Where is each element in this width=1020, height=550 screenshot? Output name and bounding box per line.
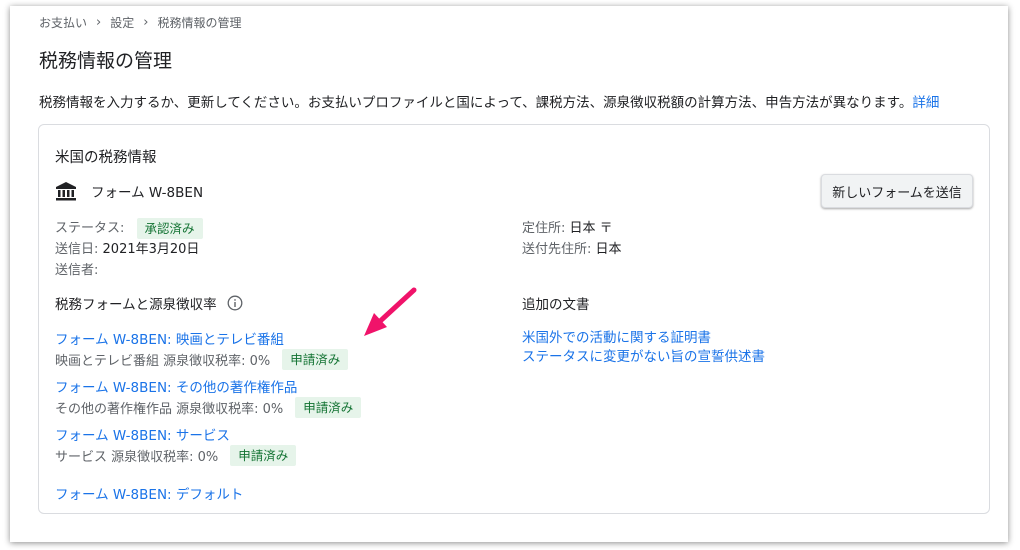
breadcrumb-chevron-icon: › bbox=[96, 15, 102, 30]
status-badge-copyright: 申請済み bbox=[295, 397, 362, 418]
residence-label: 定住所: bbox=[522, 221, 566, 236]
sent-date-value: 2021年3月20日 bbox=[102, 242, 200, 257]
form-link-default[interactable]: フォーム W-8BEN: デフォルト bbox=[55, 483, 243, 503]
doc-link-affidavit[interactable]: ステータスに変更がない旨の宣誓供述書 bbox=[522, 345, 765, 365]
page-title: 税務情報の管理 bbox=[39, 50, 173, 72]
status-badge-film-tv: 申請済み bbox=[282, 349, 349, 370]
sent-date-label: 送信日: bbox=[55, 242, 99, 257]
status-badge-services: 申請済み bbox=[230, 445, 297, 466]
status-row: ステータス: 承認済み bbox=[55, 218, 203, 239]
us-tax-info-card: 米国の税務情報 フォーム W-8BEN 新しいフォームを送信 ステータス: 承認… bbox=[38, 124, 990, 514]
form-link-copyright[interactable]: フォーム W-8BEN: その他の著作権作品 bbox=[55, 376, 297, 396]
breadcrumb-payments[interactable]: お支払い bbox=[39, 14, 87, 31]
form-link-services[interactable]: フォーム W-8BEN: サービス bbox=[55, 424, 230, 444]
intro-body: 税務情報を入力するか、更新してください。お支払いプロファイルと国によって、課税方… bbox=[39, 95, 913, 111]
doc-link-certificate[interactable]: 米国外での活動に関する証明書 bbox=[522, 326, 711, 346]
info-icon[interactable] bbox=[227, 295, 243, 311]
status-block: ステータス: 承認済み 送信日: 2021年3月20日 送信者: bbox=[55, 218, 203, 281]
residence-row: 定住所: 日本 〒 bbox=[522, 218, 622, 239]
form-header: フォーム W-8BEN bbox=[55, 181, 203, 201]
residence-value: 日本 〒 bbox=[569, 221, 613, 236]
annotation-arrow-icon bbox=[364, 287, 417, 336]
docs-heading-label: 追加の文書 bbox=[522, 297, 590, 313]
sender-label: 送信者: bbox=[55, 263, 99, 278]
docs-heading: 追加の文書 bbox=[522, 293, 590, 313]
address-block: 定住所: 日本 〒 送付先住所: 日本 bbox=[522, 218, 622, 260]
learn-more-link[interactable]: 詳細 bbox=[912, 95, 939, 111]
breadcrumb-chevron-icon: › bbox=[143, 15, 149, 30]
mailing-value: 日本 bbox=[595, 242, 622, 257]
breadcrumb: お支払い › 設定 › 税務情報の管理 bbox=[39, 14, 241, 31]
rate-row-copyright: その他の著作権作品 源泉徴収税率: 0% 申請済み bbox=[55, 397, 362, 418]
breadcrumb-current: 税務情報の管理 bbox=[157, 16, 242, 30]
bank-icon bbox=[56, 182, 76, 201]
rate-row-film-tv: 映画とテレビ番組 源泉徴収税率: 0% 申請済み bbox=[55, 349, 349, 370]
form-link-film-tv[interactable]: フォーム W-8BEN: 映画とテレビ番組 bbox=[55, 328, 284, 348]
breadcrumb-settings[interactable]: 設定 bbox=[110, 14, 134, 31]
rate-text-film-tv: 映画とテレビ番組 源泉徴収税率: 0% bbox=[55, 354, 271, 369]
submit-new-form-button[interactable]: 新しいフォームを送信 bbox=[821, 174, 973, 208]
intro-text: 税務情報を入力するか、更新してください。お支払いプロファイルと国によって、課税方… bbox=[39, 91, 939, 111]
sent-date-row: 送信日: 2021年3月20日 bbox=[55, 239, 203, 260]
rate-row-services: サービス 源泉徴収税率: 0% 申請済み bbox=[55, 445, 297, 466]
mailing-row: 送付先住所: 日本 bbox=[522, 239, 622, 260]
status-label: ステータス: bbox=[55, 221, 125, 236]
mailing-label: 送付先住所: bbox=[522, 242, 592, 257]
card-title: 米国の税務情報 bbox=[55, 150, 157, 166]
form-name: フォーム W-8BEN bbox=[91, 185, 204, 201]
forms-heading-label: 税務フォームと源泉徴収率 bbox=[55, 297, 217, 313]
status-badge: 承認済み bbox=[136, 218, 203, 239]
forms-heading: 税務フォームと源泉徴収率 bbox=[55, 293, 243, 313]
rate-text-services: サービス 源泉徴収税率: 0% bbox=[55, 450, 219, 465]
window-frame: お支払い › 設定 › 税務情報の管理 税務情報の管理 税務情報を入力するか、更… bbox=[10, 6, 1008, 542]
rate-text-copyright: その他の著作権作品 源泉徴収税率: 0% bbox=[55, 402, 284, 417]
sender-row: 送信者: bbox=[55, 260, 203, 281]
